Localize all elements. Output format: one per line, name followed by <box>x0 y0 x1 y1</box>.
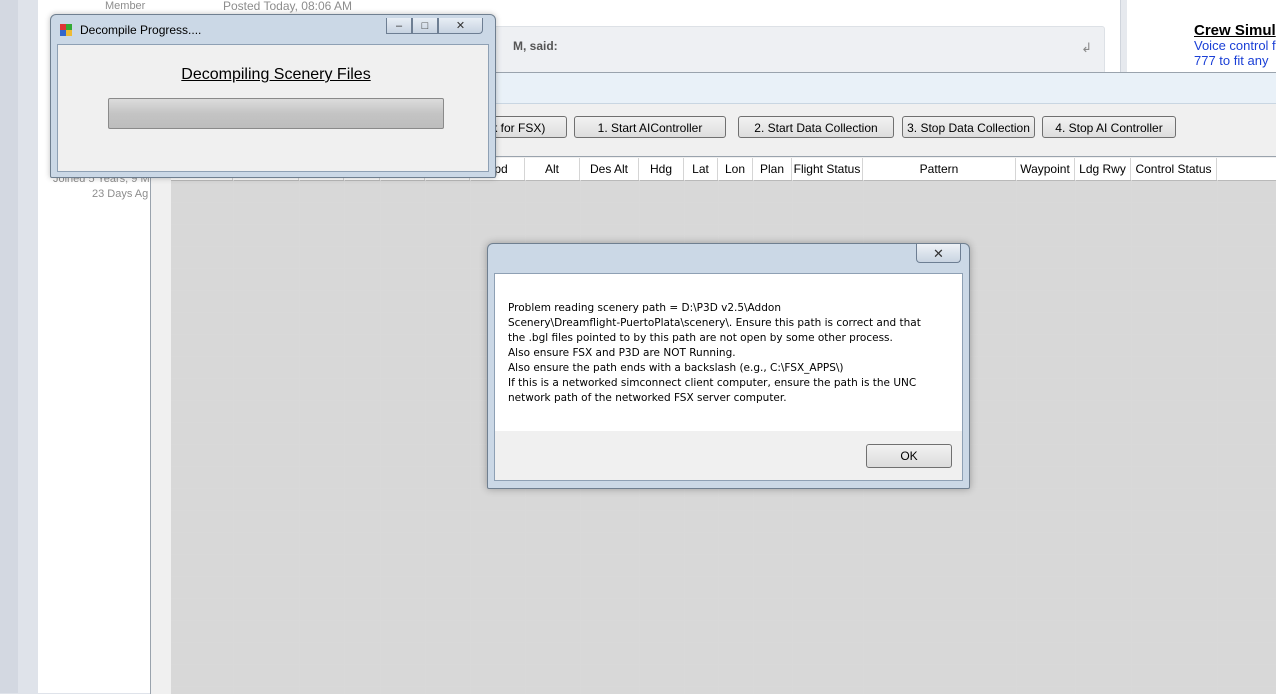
grid-line <box>233 180 234 694</box>
grid-line <box>171 510 1276 511</box>
decompile-heading: Decompiling Scenery Files <box>181 66 371 83</box>
column-header-control-status[interactable]: Control Status <box>1131 158 1217 180</box>
ad-text-line[interactable]: Voice control f <box>1194 38 1276 53</box>
message-line: network path of the networked FSX server… <box>508 392 787 404</box>
grid-line <box>299 180 300 694</box>
message-line: the .bgl files pointed to by this path a… <box>508 332 893 344</box>
stop-data-collection-button[interactable]: 3. Stop Data Collection <box>902 116 1035 138</box>
grid-line <box>171 224 1276 225</box>
quote-said-label: M, said: <box>513 39 558 53</box>
stop-ai-controller-button[interactable]: 4. Stop AI Controller <box>1042 116 1176 138</box>
grid-line <box>425 180 426 694</box>
post-timestamp: Posted Today, 08:06 AM <box>223 0 352 13</box>
ok-button[interactable]: OK <box>866 444 952 468</box>
window-title: Decompile Progress.... <box>80 23 202 37</box>
column-header-hdg[interactable]: Hdg <box>639 158 684 180</box>
grid-line <box>171 664 1276 665</box>
grid-line <box>171 686 1276 687</box>
column-header-flight-status[interactable]: Flight Status <box>792 158 863 180</box>
column-header-pattern[interactable]: Pattern <box>863 158 1016 180</box>
days-label: 23 Days Ag <box>92 188 149 200</box>
grid-line <box>171 620 1276 621</box>
start-data-collection-button[interactable]: 2. Start Data Collection <box>738 116 894 138</box>
maximize-icon[interactable]: □ <box>412 18 438 34</box>
grid-line <box>171 642 1276 643</box>
column-header-des-alt[interactable]: Des Alt <box>580 158 639 180</box>
message-line: Also ensure the path ends with a backsla… <box>508 362 844 374</box>
column-header-ldg-rwy[interactable]: Ldg Rwy <box>1075 158 1131 180</box>
grid-line <box>171 554 1276 555</box>
app-icon <box>60 24 72 36</box>
quote-reply-icon[interactable]: ↲ <box>1081 40 1092 56</box>
grid-line <box>171 598 1276 599</box>
ad-text-line[interactable]: 777 to fit any <box>1194 53 1268 68</box>
message-line: Scenery\Dreamflight-PuertoPlata\scenery\… <box>508 317 921 329</box>
message-line: If this is a networked simconnect client… <box>508 377 917 389</box>
ad-title-link[interactable]: Crew Simul <box>1194 22 1276 39</box>
grid-line <box>171 202 1276 203</box>
column-header-waypoint[interactable]: Waypoint <box>1016 158 1075 180</box>
page-left-margin <box>0 0 18 693</box>
decompile-titlebar[interactable]: Decompile Progress.... – □ ✕ <box>51 15 495 43</box>
column-header-plan[interactable]: Plan <box>753 158 792 180</box>
column-header-alt[interactable]: Alt <box>525 158 580 180</box>
column-header-lat[interactable]: Lat <box>684 158 718 180</box>
error-message: Problem reading scenery path = D:\P3D v2… <box>508 301 948 406</box>
grid-line <box>171 576 1276 577</box>
column-header-lon[interactable]: Lon <box>718 158 753 180</box>
grid-line <box>1131 180 1132 694</box>
message-line: Also ensure FSX and P3D are NOT Running. <box>508 347 736 359</box>
start-aicontroller-button[interactable]: 1. Start AIController <box>574 116 726 138</box>
grid-line <box>171 532 1276 533</box>
grid-line <box>470 180 471 694</box>
grid-line <box>1217 180 1218 694</box>
decompile-progress-bar <box>108 98 444 129</box>
close-icon[interactable]: ✕ <box>916 244 961 263</box>
dialog-body: Problem reading scenery path = D:\P3D v2… <box>494 273 963 481</box>
message-line: Problem reading scenery path = D:\P3D v2… <box>508 302 781 314</box>
grid-line <box>344 180 345 694</box>
decompile-progress-window: Decompile Progress.... – □ ✕ Decompiling… <box>50 14 496 178</box>
dialog-message-area: Problem reading scenery path = D:\P3D v2… <box>495 274 962 431</box>
decompile-body: Decompiling Scenery Files <box>57 44 489 172</box>
grid-line <box>1075 180 1076 694</box>
minimize-icon[interactable]: – <box>386 18 412 34</box>
error-message-dialog: ✕ Problem reading scenery path = D:\P3D … <box>487 243 970 489</box>
close-icon[interactable]: ✕ <box>438 18 483 34</box>
member-label: Member <box>105 0 146 12</box>
grid-line <box>380 180 381 694</box>
grid-line <box>1016 180 1017 694</box>
